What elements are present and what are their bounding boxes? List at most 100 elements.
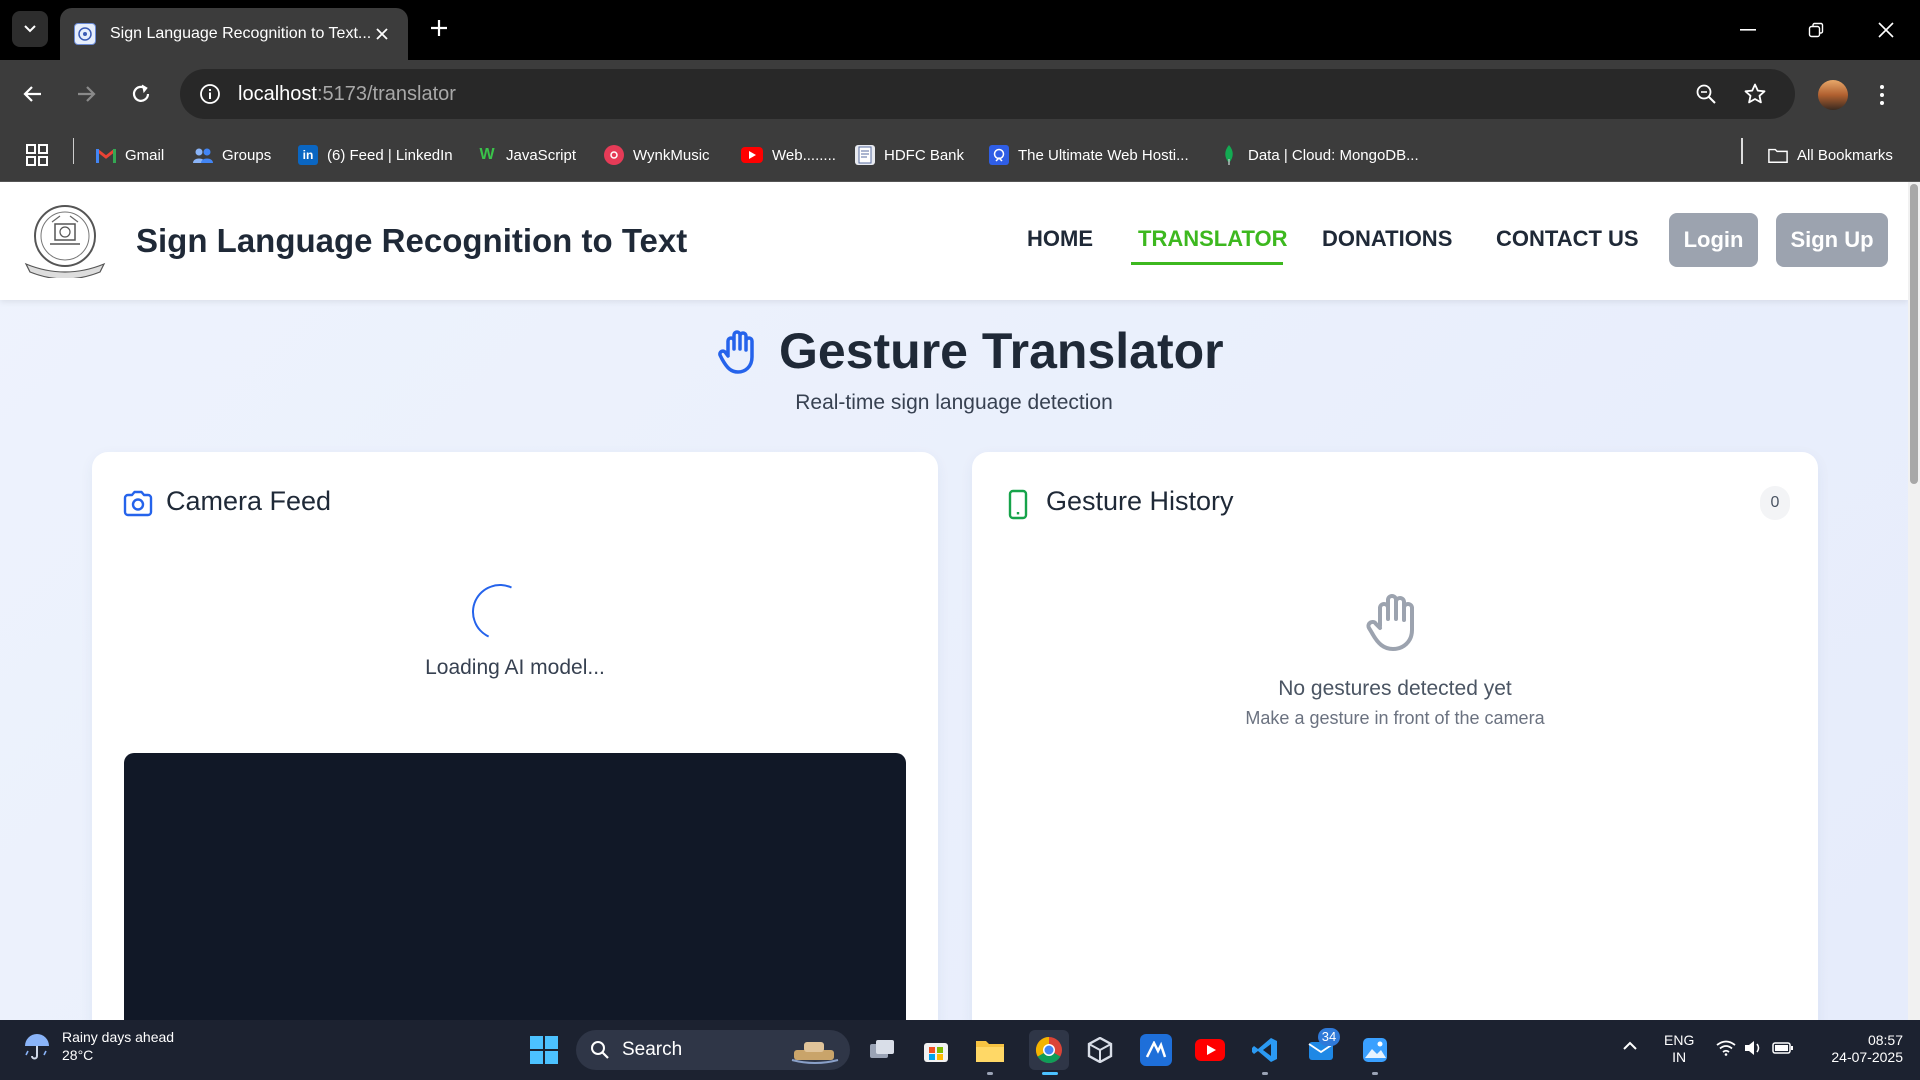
lang-secondary: IN bbox=[1672, 1049, 1687, 1065]
page-scrollbar[interactable] bbox=[1908, 182, 1920, 1020]
lang-primary: ENG bbox=[1664, 1032, 1695, 1048]
bookmark-javascript[interactable]: W JavaScript bbox=[477, 142, 576, 168]
bookmark-divider bbox=[73, 138, 74, 164]
signup-button[interactable]: Sign Up bbox=[1776, 213, 1888, 267]
all-bookmarks-label: All Bookmarks bbox=[1797, 146, 1893, 164]
youtube-icon[interactable] bbox=[1194, 1034, 1226, 1066]
site-info-icon[interactable] bbox=[196, 80, 224, 108]
reload-button[interactable] bbox=[123, 76, 159, 112]
minimize-button[interactable] bbox=[1720, 10, 1776, 50]
bookmark-label: Web........ bbox=[772, 146, 836, 164]
windows-start-icon[interactable] bbox=[528, 1034, 560, 1066]
url-host: localhost bbox=[238, 82, 317, 105]
arrow-left-icon bbox=[23, 86, 41, 102]
search-icon bbox=[591, 1041, 609, 1059]
site-title: Sign Language Recognition to Text bbox=[136, 222, 688, 259]
loading-text: Loading AI model... bbox=[425, 656, 605, 679]
bookmark-divider bbox=[1741, 138, 1743, 164]
scrollbar-thumb[interactable] bbox=[1910, 184, 1918, 484]
web-page: Sign Language Recognition to Text HOME T… bbox=[0, 182, 1908, 1020]
running-indicator bbox=[987, 1072, 993, 1075]
browser-menu-icon[interactable] bbox=[1872, 78, 1892, 112]
folder-icon bbox=[1768, 145, 1788, 165]
bookmark-linkedin[interactable]: in (6) Feed | LinkedIn bbox=[298, 142, 453, 168]
browser-toolbar: localhost:5173/translator bbox=[0, 60, 1920, 128]
unity-icon[interactable] bbox=[1084, 1034, 1116, 1066]
page-subtitle: Real-time sign language detection bbox=[795, 391, 1113, 414]
bookmarks-bar: Gmail Groups in (6) Feed | LinkedIn W Ja… bbox=[0, 128, 1920, 182]
bookmark-label: HDFC Bank bbox=[884, 146, 965, 164]
bookmark-label: Gmail bbox=[125, 146, 165, 164]
page-title: Gesture Translator bbox=[779, 323, 1224, 379]
institution-logo bbox=[24, 205, 106, 278]
camera-icon bbox=[123, 490, 153, 517]
address-bar[interactable]: localhost:5173/translator bbox=[180, 69, 1795, 119]
bookmark-mongodb[interactable]: Data | Cloud: MongoDB... bbox=[1219, 142, 1419, 168]
file-explorer-icon[interactable] bbox=[974, 1034, 1006, 1066]
microsoft-store-icon[interactable] bbox=[920, 1034, 952, 1066]
search-highlight-icon bbox=[791, 1042, 839, 1064]
tab-close-icon[interactable] bbox=[370, 22, 394, 46]
photos-icon[interactable] bbox=[1359, 1034, 1391, 1066]
close-window-button[interactable] bbox=[1858, 10, 1914, 50]
bookmark-groups[interactable]: Groups bbox=[193, 142, 271, 168]
tab-search-button[interactable] bbox=[12, 11, 48, 47]
back-button[interactable] bbox=[15, 76, 51, 112]
login-button[interactable]: Login bbox=[1669, 213, 1758, 267]
empty-state-title: No gestures detected yet bbox=[1278, 677, 1512, 700]
new-tab-button[interactable] bbox=[422, 12, 456, 46]
browser-tab-active[interactable]: Sign Language Recognition to Text... bbox=[60, 8, 408, 60]
restore-icon bbox=[1808, 22, 1824, 38]
document-icon bbox=[855, 145, 875, 165]
tray-expand-icon[interactable] bbox=[1622, 1038, 1638, 1055]
camera-video bbox=[124, 753, 906, 1020]
all-bookmarks-button[interactable]: All Bookmarks bbox=[1768, 142, 1893, 168]
windows-taskbar: Rainy days ahead 28°C Search 34 ENG IN 0… bbox=[0, 1020, 1920, 1080]
camera-feed-card: Camera Feed Loading AI model... bbox=[92, 452, 938, 1020]
bookmark-web[interactable]: Web........ bbox=[741, 142, 836, 168]
nav-contact-us[interactable]: CONTACT US bbox=[1496, 226, 1639, 252]
vscode-icon[interactable] bbox=[1249, 1034, 1281, 1066]
gesture-count-badge: 0 bbox=[1760, 486, 1790, 520]
mongodb-compass-icon[interactable] bbox=[1140, 1034, 1172, 1066]
weather-title: Rainy days ahead bbox=[62, 1029, 175, 1045]
taskbar-search[interactable]: Search bbox=[576, 1030, 850, 1070]
w3-icon: W bbox=[479, 146, 495, 163]
chevron-down-icon bbox=[24, 25, 36, 33]
empty-state-subtitle: Make a gesture in front of the camera bbox=[1245, 708, 1545, 728]
restore-button[interactable] bbox=[1788, 10, 1844, 50]
wifi-icon[interactable] bbox=[1716, 1040, 1736, 1060]
clock[interactable]: 08:57 24-07-2025 bbox=[1817, 1032, 1903, 1066]
bookmark-label: WynkMusic bbox=[633, 146, 710, 164]
wynk-icon bbox=[604, 145, 624, 165]
profile-avatar[interactable] bbox=[1818, 80, 1848, 110]
umbrella-icon bbox=[25, 1034, 49, 1060]
plus-icon bbox=[431, 20, 447, 36]
minimize-icon bbox=[1740, 29, 1756, 31]
volume-icon[interactable] bbox=[1744, 1040, 1762, 1060]
apps-grid-icon[interactable] bbox=[26, 142, 48, 168]
weather-widget[interactable]: Rainy days ahead 28°C bbox=[22, 1028, 174, 1064]
battery-icon[interactable] bbox=[1772, 1041, 1794, 1058]
bookmark-wynkmusic[interactable]: WynkMusic bbox=[604, 142, 710, 168]
chrome-icon[interactable] bbox=[1029, 1030, 1069, 1070]
zoom-icon[interactable] bbox=[1691, 79, 1721, 109]
linkedin-icon: in bbox=[298, 145, 318, 165]
url-path: :5173/translator bbox=[316, 82, 456, 105]
nav-translator[interactable]: TRANSLATOR bbox=[1138, 226, 1288, 252]
nav-home[interactable]: HOME bbox=[1027, 226, 1093, 252]
language-indicator[interactable]: ENG IN bbox=[1664, 1032, 1694, 1066]
browser-tab-strip: Sign Language Recognition to Text... bbox=[0, 0, 1920, 60]
task-view-icon[interactable] bbox=[866, 1034, 898, 1066]
bookmark-hdfc[interactable]: HDFC Bank bbox=[855, 142, 964, 168]
nav-donations[interactable]: DONATIONS bbox=[1322, 226, 1452, 252]
bookmark-label: JavaScript bbox=[506, 146, 577, 164]
bookmark-star-icon[interactable] bbox=[1740, 79, 1770, 109]
phone-icon bbox=[1008, 489, 1028, 520]
active-indicator bbox=[1042, 1072, 1058, 1075]
gesture-history-card: Gesture History 0 No gestures detected y… bbox=[972, 452, 1818, 1020]
bookmark-webhosting[interactable]: The Ultimate Web Hosti... bbox=[989, 142, 1189, 168]
nav-active-underline bbox=[1131, 262, 1283, 265]
forward-button[interactable] bbox=[68, 76, 104, 112]
bookmark-gmail[interactable]: Gmail bbox=[96, 142, 164, 168]
